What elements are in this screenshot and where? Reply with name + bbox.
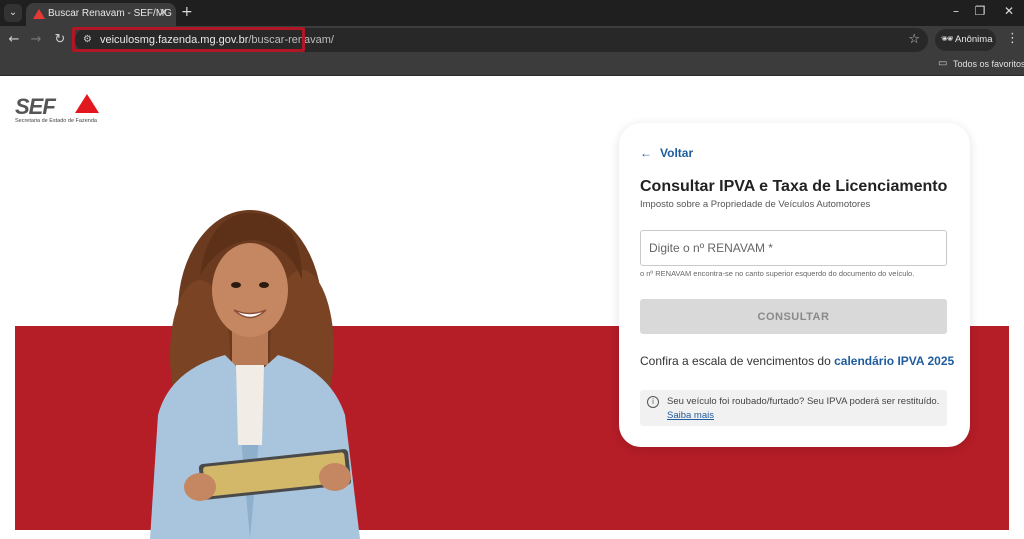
renavam-hint: o nº RENAVAM encontra-se no canto superi… (640, 269, 915, 278)
back-link[interactable]: ← Voltar (640, 146, 693, 160)
tab-title: Buscar Renavam - SEF/MG (48, 8, 172, 19)
stolen-vehicle-notice: i Seu veículo foi roubado/furtado? Seu I… (640, 390, 947, 426)
notice-text: Seu veículo foi roubado/furtado? Seu IPV… (667, 396, 940, 407)
tab-close-icon[interactable]: ✕ (159, 6, 168, 19)
incognito-icon: 🕶 (941, 34, 954, 45)
forward-icon[interactable]: → (28, 32, 44, 47)
bookmark-star-icon[interactable]: ☆ (908, 32, 920, 47)
new-tab-icon[interactable]: + (181, 4, 193, 20)
favicon-icon (33, 9, 45, 19)
logo-subtitle: Secretaria de Estado de Fazenda (15, 118, 97, 124)
page-content: SEF Secretaria de Estado de Fazenda ← Vo… (0, 77, 1024, 539)
woman-with-tablet-image (150, 210, 360, 539)
consult-card: ← Voltar Consultar IPVA e Taxa de Licenci… (619, 123, 970, 447)
arrow-left-icon: ← (640, 146, 652, 160)
tab-strip: ⌄ Buscar Renavam - SEF/MG ✕ + – ❐ ✕ (0, 0, 1024, 26)
bookmarks-bar: ▭ Todos os favoritos (0, 54, 1024, 76)
renavam-input[interactable] (640, 230, 947, 266)
card-title: Consultar IPVA e Taxa de Licenciamento (640, 178, 948, 195)
sef-logo[interactable]: SEF Secretaria de Estado de Fazenda (15, 94, 99, 124)
tab-search-icon[interactable]: ⌄ (4, 4, 22, 22)
incognito-badge[interactable]: 🕶 Anônima (935, 29, 996, 51)
restore-icon[interactable]: ❐ (970, 4, 990, 18)
calendar-text: Confira a escala de vencimentos do calen… (640, 354, 955, 368)
browser-menu-icon[interactable]: ⋮ (1006, 31, 1019, 46)
back-icon[interactable]: ← (6, 32, 22, 47)
info-icon: i (647, 396, 659, 408)
window-close-icon[interactable]: ✕ (999, 4, 1019, 18)
calendar-ipva-link[interactable]: calendário IPVA 2025 (834, 354, 954, 368)
logo-triangle-icon (75, 94, 99, 113)
consult-button[interactable]: CONSULTAR (640, 299, 947, 334)
incognito-label: Anônima (955, 34, 993, 45)
browser-toolbar: ← → ↻ ⚙ veiculosmg.fazenda.mg.gov.br/bus… (0, 26, 1024, 54)
saiba-mais-link[interactable]: Saiba mais (667, 410, 714, 421)
url-highlight-box (72, 27, 305, 52)
folder-icon: ▭ (938, 58, 948, 69)
card-subtitle: Imposto sobre a Propriedade de Veículos … (640, 199, 871, 210)
tab-active[interactable]: Buscar Renavam - SEF/MG ✕ (26, 3, 176, 26)
minimize-icon[interactable]: – (946, 4, 966, 18)
bookmarks-folder[interactable]: Todos os favoritos (953, 59, 1024, 69)
reload-icon[interactable]: ↻ (52, 32, 68, 47)
